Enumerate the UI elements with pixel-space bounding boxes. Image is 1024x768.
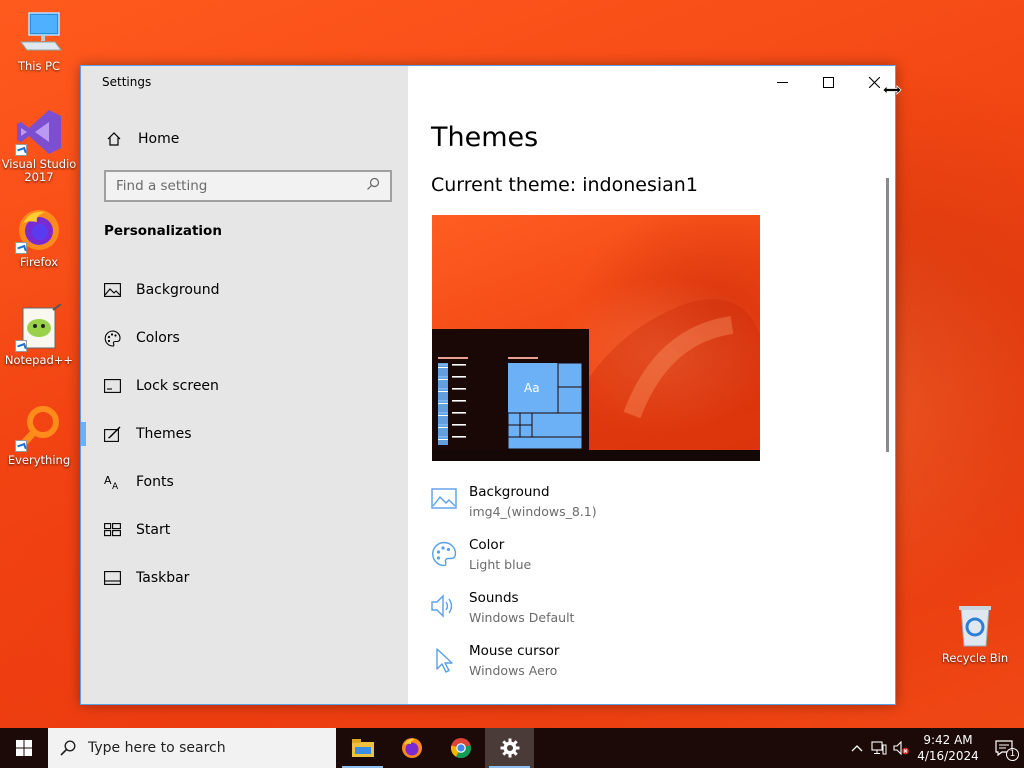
clock-date: 4/16/2024	[917, 749, 979, 763]
preview-tile-text: Aa	[524, 381, 540, 395]
recycle-bin-icon	[951, 602, 999, 650]
palette-icon	[104, 329, 121, 347]
search-icon	[60, 740, 76, 756]
theme-setting-mouse-cursor[interactable]: Mouse cursor Windows Aero	[431, 643, 559, 678]
action-center-button[interactable]: 1	[984, 740, 1024, 761]
maximize-button[interactable]	[805, 66, 851, 98]
start-button[interactable]	[0, 728, 48, 768]
taskbar-settings[interactable]	[485, 728, 534, 768]
picture-icon	[104, 282, 121, 299]
desktop-icon-this-pc[interactable]: This PC	[1, 10, 77, 73]
nav-item-themes[interactable]: Themes	[81, 410, 408, 458]
theme-setting-color[interactable]: Color Light blue	[431, 537, 531, 572]
find-setting-input[interactable]: Find a setting	[104, 170, 392, 202]
svg-text:A: A	[104, 474, 112, 487]
settings-window: Settings Home Find a setting Personaliza…	[80, 65, 896, 705]
close-icon	[868, 76, 880, 88]
taskbar-chrome[interactable]	[436, 728, 485, 768]
nav-item-fonts[interactable]: AA Fonts	[81, 458, 408, 506]
nav-item-background[interactable]: Background	[81, 266, 408, 314]
theme-preview: Aa	[432, 215, 760, 461]
file-explorer-icon	[351, 739, 374, 757]
home-icon	[105, 130, 122, 147]
nav-home-label: Home	[138, 130, 180, 147]
minimize-button[interactable]	[759, 66, 805, 98]
system-tray: 9:42 AM 4/16/2024 1	[846, 728, 1024, 768]
nav-home[interactable]: Home	[105, 130, 179, 147]
window-title: Settings	[102, 75, 152, 89]
speaker-icon	[431, 594, 457, 620]
nav-item-taskbar[interactable]: Taskbar	[81, 554, 408, 602]
shortcut-arrow-icon	[15, 440, 27, 452]
fonts-icon: AA	[104, 474, 121, 491]
themes-icon	[104, 426, 121, 443]
picture-icon	[431, 488, 457, 514]
taskbar-file-explorer[interactable]	[338, 728, 387, 768]
nav-item-lock-screen[interactable]: Lock screen	[81, 362, 408, 410]
minimize-icon	[776, 81, 788, 83]
windows-logo-icon	[16, 740, 32, 756]
volume-muted-icon[interactable]	[890, 741, 912, 755]
chrome-icon	[450, 738, 471, 759]
palette-icon	[431, 541, 457, 567]
desktop-icon-everything[interactable]: Everything	[1, 404, 77, 467]
nav-list: Background Colors Lock screen Themes A A…	[81, 266, 408, 602]
firefox-icon	[401, 738, 422, 758]
taskbar-icon	[104, 570, 121, 587]
cursor-icon	[431, 647, 457, 673]
lock-screen-icon	[104, 378, 121, 395]
firefox-icon	[15, 206, 63, 254]
everything-search-icon	[15, 404, 63, 452]
content-pane: Themes Current theme: indonesian1 Aa Bac…	[408, 66, 895, 704]
maximize-icon	[822, 76, 834, 88]
computer-icon	[15, 10, 63, 58]
notification-count-badge: 1	[1006, 748, 1019, 761]
clock[interactable]: 9:42 AM 4/16/2024	[912, 732, 984, 764]
shortcut-arrow-icon	[15, 242, 27, 254]
taskbar-firefox[interactable]	[387, 728, 436, 768]
navigation-pane: Settings Home Find a setting Personaliza…	[81, 66, 408, 704]
theme-setting-background[interactable]: Background img4_(windows_8.1)	[431, 484, 597, 519]
desktop-icon-visual-studio[interactable]: Visual Studio 2017	[1, 108, 77, 184]
taskbar-search-placeholder: Type here to search	[88, 740, 226, 756]
svg-text:A: A	[112, 482, 119, 490]
desktop-icon-firefox[interactable]: Firefox	[1, 206, 77, 269]
find-setting-placeholder: Find a setting	[116, 178, 208, 194]
desktop-icon-recycle-bin[interactable]: Recycle Bin	[937, 602, 1013, 665]
shortcut-arrow-icon	[15, 144, 27, 156]
page-title: Themes	[431, 122, 539, 153]
search-icon	[366, 177, 380, 195]
content-scrollbar[interactable]	[886, 178, 889, 452]
window-controls	[759, 66, 895, 98]
nav-item-colors[interactable]: Colors	[81, 314, 408, 362]
nav-item-start[interactable]: Start	[81, 506, 408, 554]
chevron-up-icon[interactable]	[846, 744, 868, 752]
desktop-icon-notepad-plus-plus[interactable]: Notepad++	[1, 303, 77, 367]
visual-studio-icon	[15, 108, 63, 156]
resize-cursor-icon	[882, 81, 902, 100]
current-theme-label: Current theme: indonesian1	[431, 174, 698, 196]
taskbar-search-box[interactable]: Type here to search	[48, 728, 336, 768]
network-icon[interactable]	[868, 741, 890, 755]
theme-setting-sounds[interactable]: Sounds Windows Default	[431, 590, 574, 625]
gear-icon	[500, 738, 519, 758]
shortcut-arrow-icon	[15, 340, 27, 352]
clock-time: 9:42 AM	[923, 733, 973, 747]
theme-preview-graphic	[432, 299, 760, 461]
notepad-plus-plus-icon	[15, 303, 63, 352]
section-personalization: Personalization	[104, 223, 222, 239]
start-icon	[104, 522, 121, 539]
taskbar: Type here to search 9:42 AM 4/16/2024 1	[0, 728, 1024, 768]
